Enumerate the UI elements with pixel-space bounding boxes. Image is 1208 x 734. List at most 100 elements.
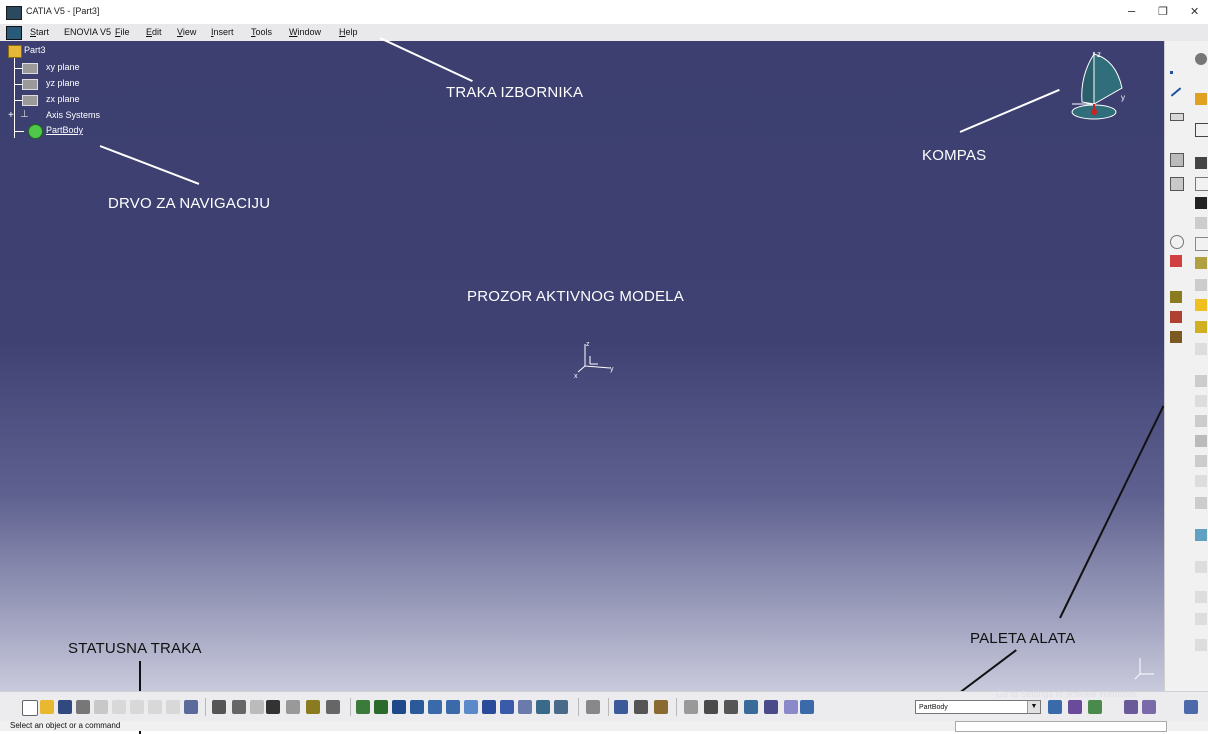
layer-icon[interactable]: [784, 700, 798, 714]
measure-item-icon[interactable]: [634, 700, 648, 714]
annotation-icon[interactable]: [1195, 639, 1207, 651]
whats-this-icon[interactable]: [184, 700, 198, 714]
zoom-out-icon[interactable]: [446, 700, 460, 714]
constraint-icon[interactable]: [1195, 157, 1207, 169]
shaft-icon[interactable]: [1195, 257, 1207, 269]
shell-icon[interactable]: [1195, 435, 1207, 447]
minimize-button[interactable]: –: [1128, 3, 1135, 18]
print-icon[interactable]: [76, 700, 90, 714]
sketcher-icon[interactable]: [1195, 123, 1208, 137]
pan-icon[interactable]: [392, 700, 406, 714]
new-icon[interactable]: [22, 700, 38, 716]
draft-icon[interactable]: [1195, 415, 1207, 427]
abc-icon[interactable]: [1170, 213, 1182, 219]
snap-icon[interactable]: [744, 700, 758, 714]
menu-tools[interactable]: Tools: [251, 27, 272, 37]
menu-enovia[interactable]: ENOVIA V5: [64, 27, 111, 37]
scale-icon[interactable]: [1195, 613, 1207, 625]
select-icon[interactable]: [1195, 93, 1207, 105]
light-icon[interactable]: [1124, 700, 1138, 714]
fillet-icon[interactable]: [1195, 375, 1207, 387]
current-body-combo[interactable]: PartBody ▼: [915, 700, 1041, 714]
ruler-icon[interactable]: [724, 700, 738, 714]
plane-tool-icon[interactable]: [1170, 113, 1184, 121]
table-icon[interactable]: [266, 700, 280, 714]
apply-material-icon[interactable]: [1170, 331, 1182, 343]
fit-all-icon[interactable]: [374, 700, 388, 714]
shading-icon[interactable]: [518, 700, 532, 714]
fly-mode-icon[interactable]: [356, 700, 370, 714]
menu-edit[interactable]: Edit: [146, 27, 162, 37]
tree-zx-plane[interactable]: zx plane: [46, 94, 80, 104]
render-icon[interactable]: [1170, 311, 1182, 323]
sketch-plane-icon[interactable]: [1170, 177, 1184, 191]
apply-material-icon[interactable]: [684, 700, 698, 714]
hole-icon[interactable]: [1195, 279, 1207, 291]
undo-icon[interactable]: [148, 700, 162, 714]
tree-partbody[interactable]: PartBody: [46, 125, 83, 135]
zoom-in-icon[interactable]: [428, 700, 442, 714]
environment-icon[interactable]: [1142, 700, 1156, 714]
pocket-icon[interactable]: [1195, 299, 1207, 311]
menu-window[interactable]: Window: [289, 27, 321, 37]
list-icon[interactable]: [1195, 217, 1207, 229]
cut-icon[interactable]: [94, 700, 108, 714]
measure-inertia-icon[interactable]: [654, 700, 668, 714]
pad-icon[interactable]: [1170, 255, 1182, 267]
expand-plus-icon[interactable]: +: [8, 110, 14, 121]
formula-icon[interactable]: [212, 700, 226, 714]
pattern-icon[interactable]: [1195, 591, 1207, 603]
sketch-icon[interactable]: [1170, 153, 1184, 167]
tree-icon[interactable]: [286, 700, 300, 714]
gear-icon[interactable]: [1195, 53, 1207, 65]
mirror-icon[interactable]: [1195, 561, 1207, 573]
hide-show-icon[interactable]: [536, 700, 550, 714]
search-icon[interactable]: [1170, 235, 1184, 249]
restore-button[interactable]: ❐: [1158, 5, 1168, 18]
rib-icon[interactable]: [1195, 321, 1207, 333]
swap-space-icon[interactable]: [554, 700, 568, 714]
menu-start[interactable]: Start: [30, 27, 49, 37]
save-icon[interactable]: [58, 700, 72, 714]
menu-help[interactable]: Help: [339, 27, 358, 37]
chevron-down-icon[interactable]: ▼: [1027, 701, 1040, 713]
tree-xy-plane[interactable]: xy plane: [46, 62, 80, 72]
compass[interactable]: z y: [1064, 46, 1134, 122]
tree-root-part3[interactable]: Part3: [24, 45, 46, 55]
multi-view-icon[interactable]: [482, 700, 496, 714]
texture-icon[interactable]: [1088, 700, 1102, 714]
selection-sets-icon[interactable]: [764, 700, 778, 714]
menu-file[interactable]: File: [115, 27, 130, 37]
equivalent-icon[interactable]: [326, 700, 340, 714]
axis-icon[interactable]: [704, 700, 718, 714]
tree-yz-plane[interactable]: yz plane: [46, 78, 80, 88]
redo-icon[interactable]: [166, 700, 180, 714]
command-input[interactable]: [955, 721, 1167, 732]
copy-icon[interactable]: [112, 700, 126, 714]
thread-icon[interactable]: [1195, 475, 1207, 487]
knowledge-icon[interactable]: [232, 700, 246, 714]
paste-icon[interactable]: [130, 700, 144, 714]
thickness-icon[interactable]: [1195, 455, 1207, 467]
rotate-icon[interactable]: [410, 700, 424, 714]
grid-icon[interactable]: [1195, 237, 1208, 251]
remove-face-icon[interactable]: [1195, 497, 1207, 509]
start-icon[interactable]: [6, 26, 22, 40]
photo-icon[interactable]: [1068, 700, 1082, 714]
open-icon[interactable]: [40, 700, 54, 714]
work-object-icon[interactable]: [800, 700, 814, 714]
update-icon[interactable]: [1048, 700, 1062, 714]
menu-view[interactable]: View: [177, 27, 196, 37]
material-icon[interactable]: [1170, 291, 1182, 303]
chamfer-icon[interactable]: [1195, 395, 1207, 407]
catalog-icon[interactable]: [306, 700, 320, 714]
frame-icon[interactable]: [1195, 177, 1208, 191]
split-icon[interactable]: [1195, 529, 1207, 541]
thread-icon[interactable]: [586, 700, 600, 714]
tree-axis-systems[interactable]: Axis Systems: [46, 110, 100, 120]
menu-insert[interactable]: Insert: [211, 27, 234, 37]
close-button[interactable]: ✕: [1190, 5, 1199, 18]
groove-icon[interactable]: [1195, 343, 1207, 355]
law-icon[interactable]: [250, 700, 264, 714]
normal-view-icon[interactable]: [464, 700, 478, 714]
